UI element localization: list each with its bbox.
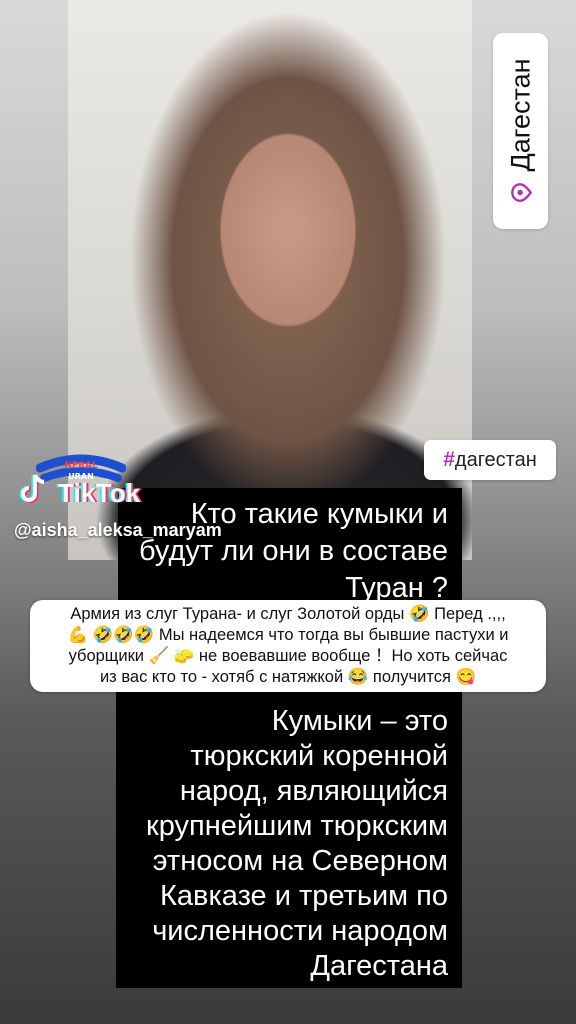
comment-line: 💪 🤣🤣🤣 Мы надеемся что тогда вы бывшие па… bbox=[67, 626, 509, 644]
question-line: Кто такие кумыки и bbox=[190, 498, 448, 530]
comment-text: Армия из слуг Турана- и слуг Золотой орд… bbox=[40, 604, 536, 688]
answer-text: Кумыки – это тюркский коренной народ, яв… bbox=[108, 704, 448, 984]
hashtag-symbol: # bbox=[443, 448, 455, 471]
hashtag-sticker[interactable]: # дагестан bbox=[424, 440, 556, 480]
answer-line: крупнейшим тюркским bbox=[146, 810, 448, 842]
comment-reply-sticker[interactable]: Армия из слуг Турана- и слуг Золотой орд… bbox=[30, 600, 546, 692]
location-label: Дагестан bbox=[505, 58, 535, 172]
comment-line: Армия из слуг Турана- и слуг Золотой орд… bbox=[70, 605, 506, 623]
answer-line: Дагестана bbox=[310, 950, 448, 982]
location-pin-icon bbox=[510, 183, 532, 202]
comment-line: уборщики 🧹 🧽 не воевавшие вообще ！Но хот… bbox=[68, 647, 508, 665]
comment-line: из вас кто то - хотяб с натяжкой 😂 получ… bbox=[99, 668, 477, 686]
answer-line: тюркский коренной bbox=[190, 740, 448, 772]
question-line: будут ли они в составе bbox=[138, 535, 448, 567]
svg-text:NERAL: NERAL bbox=[64, 461, 98, 471]
answer-line: Кумыки – это bbox=[271, 705, 448, 737]
location-sticker[interactable]: Дагестан bbox=[493, 33, 548, 229]
answer-line: численности народом bbox=[152, 915, 448, 947]
answer-line: Кавказе и третьим по bbox=[160, 880, 448, 912]
tiktok-note-icon bbox=[19, 474, 45, 503]
answer-line: народ, являющийся bbox=[179, 775, 448, 807]
answer-line: этносом на Северном bbox=[152, 845, 448, 877]
question-text: Кто такие кумыки и будут ли они в состав… bbox=[108, 496, 448, 607]
hashtag-label: дагестан bbox=[454, 448, 537, 471]
